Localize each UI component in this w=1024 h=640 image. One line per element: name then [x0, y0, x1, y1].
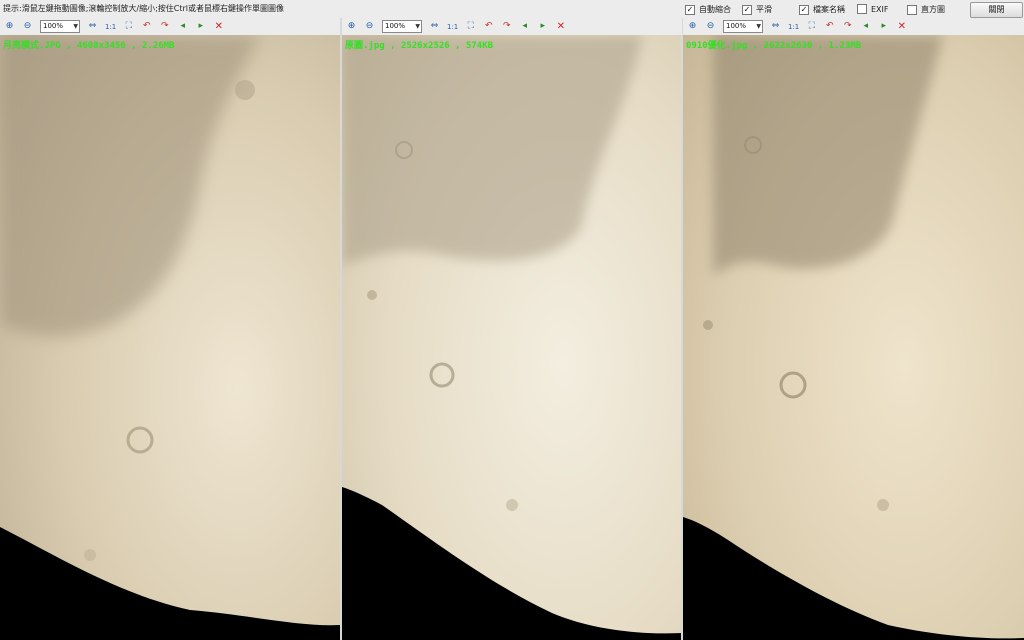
fullscreen-icon[interactable]: ⛶ [806, 21, 817, 32]
actual-size-button[interactable]: 1:1 [788, 23, 799, 31]
close-pane-icon[interactable]: ✕ [213, 21, 224, 32]
fit-icon[interactable]: ⇔ [429, 21, 440, 32]
next-image-icon[interactable]: ▸ [537, 21, 548, 32]
actual-size-button[interactable]: 1:1 [105, 23, 116, 31]
zoom-in-icon[interactable]: ⊕ [4, 21, 15, 32]
prev-image-icon[interactable]: ◂ [860, 21, 871, 32]
moon-image [0, 35, 340, 640]
fullscreen-icon[interactable]: ⛶ [123, 21, 134, 32]
rotate-right-icon[interactable]: ↷ [501, 21, 512, 32]
fit-icon[interactable]: ⇔ [87, 21, 98, 32]
image-caption: 月亮模式.JPG , 4608x3456 , 2.26MB [3, 41, 175, 51]
option-label: 自動縮合 [699, 5, 731, 14]
prev-image-icon[interactable]: ◂ [519, 21, 530, 32]
zoom-select[interactable]: 100% ▼ [382, 20, 422, 33]
fullscreen-icon[interactable]: ⛶ [465, 21, 476, 32]
option-label: 檔案名稱 [813, 5, 845, 14]
zoom-in-icon[interactable]: ⊕ [346, 21, 357, 32]
moon-image-view[interactable] [342, 35, 682, 640]
image-caption: 原圖.jpg , 2526x2526 , 574KB [345, 41, 494, 51]
zoom-out-icon[interactable]: ⊖ [364, 21, 375, 32]
zoom-out-icon[interactable]: ⊖ [22, 21, 33, 32]
rotate-right-icon[interactable]: ↷ [842, 21, 853, 32]
fit-icon[interactable]: ⇔ [770, 21, 781, 32]
image-pane-3[interactable]: ⊕ ⊖ 100% ▼ ⇔ 1:1 ⛶ ↶ ↷ ◂ ▸ ✕ 0910優化.jpg … [683, 18, 1024, 640]
moon-image [683, 35, 1024, 640]
top-bar: 提示:滑鼠左鍵拖動圖像;滾輪控制放大/縮小;按住Ctrl或者鼠標右鍵操作單圖圖像… [0, 0, 1024, 19]
moon-image-view[interactable] [0, 35, 340, 640]
option-label: EXIF [871, 4, 889, 14]
pane-toolbar: ⊕ ⊖ 100% ▼ ⇔ 1:1 ⛶ ↶ ↷ ◂ ▸ ✕ [0, 18, 340, 35]
rotate-left-icon[interactable]: ↶ [141, 21, 152, 32]
auto-fit-checkbox[interactable]: ✓ [685, 4, 695, 15]
image-pane-1[interactable]: ⊕ ⊖ 100% ▼ ⇔ 1:1 ⛶ ↶ ↷ ◂ ▸ ✕ 月亮模式.JPG , … [0, 18, 340, 640]
smooth-checkbox[interactable]: ✓ [742, 4, 752, 15]
option-smooth[interactable]: ✓ 平滑 [742, 4, 772, 15]
close-pane-icon[interactable]: ✕ [896, 21, 907, 32]
close-pane-icon[interactable]: ✕ [555, 21, 566, 32]
pane-toolbar: ⊕ ⊖ 100% ▼ ⇔ 1:1 ⛶ ↶ ↷ ◂ ▸ ✕ [342, 18, 682, 35]
exif-checkbox[interactable] [857, 4, 867, 14]
filename-checkbox[interactable]: ✓ [799, 4, 809, 15]
close-button[interactable]: 關閉 [970, 2, 1023, 18]
next-image-icon[interactable]: ▸ [878, 21, 889, 32]
zoom-in-icon[interactable]: ⊕ [687, 21, 698, 32]
rotate-right-icon[interactable]: ↷ [159, 21, 170, 32]
prev-image-icon[interactable]: ◂ [177, 21, 188, 32]
actual-size-button[interactable]: 1:1 [447, 23, 458, 31]
hint-text: 提示:滑鼠左鍵拖動圖像;滾輪控制放大/縮小;按住Ctrl或者鼠標右鍵操作單圖圖像 [3, 4, 285, 13]
rotate-left-icon[interactable]: ↶ [824, 21, 835, 32]
zoom-select[interactable]: 100% ▼ [723, 20, 763, 33]
image-caption: 0910優化.jpg , 2622x2630 , 1.23MB [686, 41, 862, 51]
zoom-select[interactable]: 100% ▼ [40, 20, 80, 33]
option-histogram[interactable]: 直方圖 [907, 4, 945, 15]
moon-image-view[interactable] [683, 35, 1024, 640]
rotate-left-icon[interactable]: ↶ [483, 21, 494, 32]
pane-toolbar: ⊕ ⊖ 100% ▼ ⇔ 1:1 ⛶ ↶ ↷ ◂ ▸ ✕ [683, 18, 1024, 35]
moon-image [342, 35, 682, 640]
zoom-out-icon[interactable]: ⊖ [705, 21, 716, 32]
option-auto-fit[interactable]: ✓ 自動縮合 [685, 4, 731, 15]
option-exif[interactable]: EXIF [857, 4, 889, 14]
option-label: 平滑 [756, 5, 772, 14]
option-label: 直方圖 [921, 5, 945, 14]
option-filename[interactable]: ✓ 檔案名稱 [799, 4, 845, 15]
histogram-checkbox[interactable] [907, 4, 917, 15]
next-image-icon[interactable]: ▸ [195, 21, 206, 32]
image-pane-2[interactable]: ⊕ ⊖ 100% ▼ ⇔ 1:1 ⛶ ↶ ↷ ◂ ▸ ✕ 原圖.jpg , 25… [342, 18, 682, 640]
